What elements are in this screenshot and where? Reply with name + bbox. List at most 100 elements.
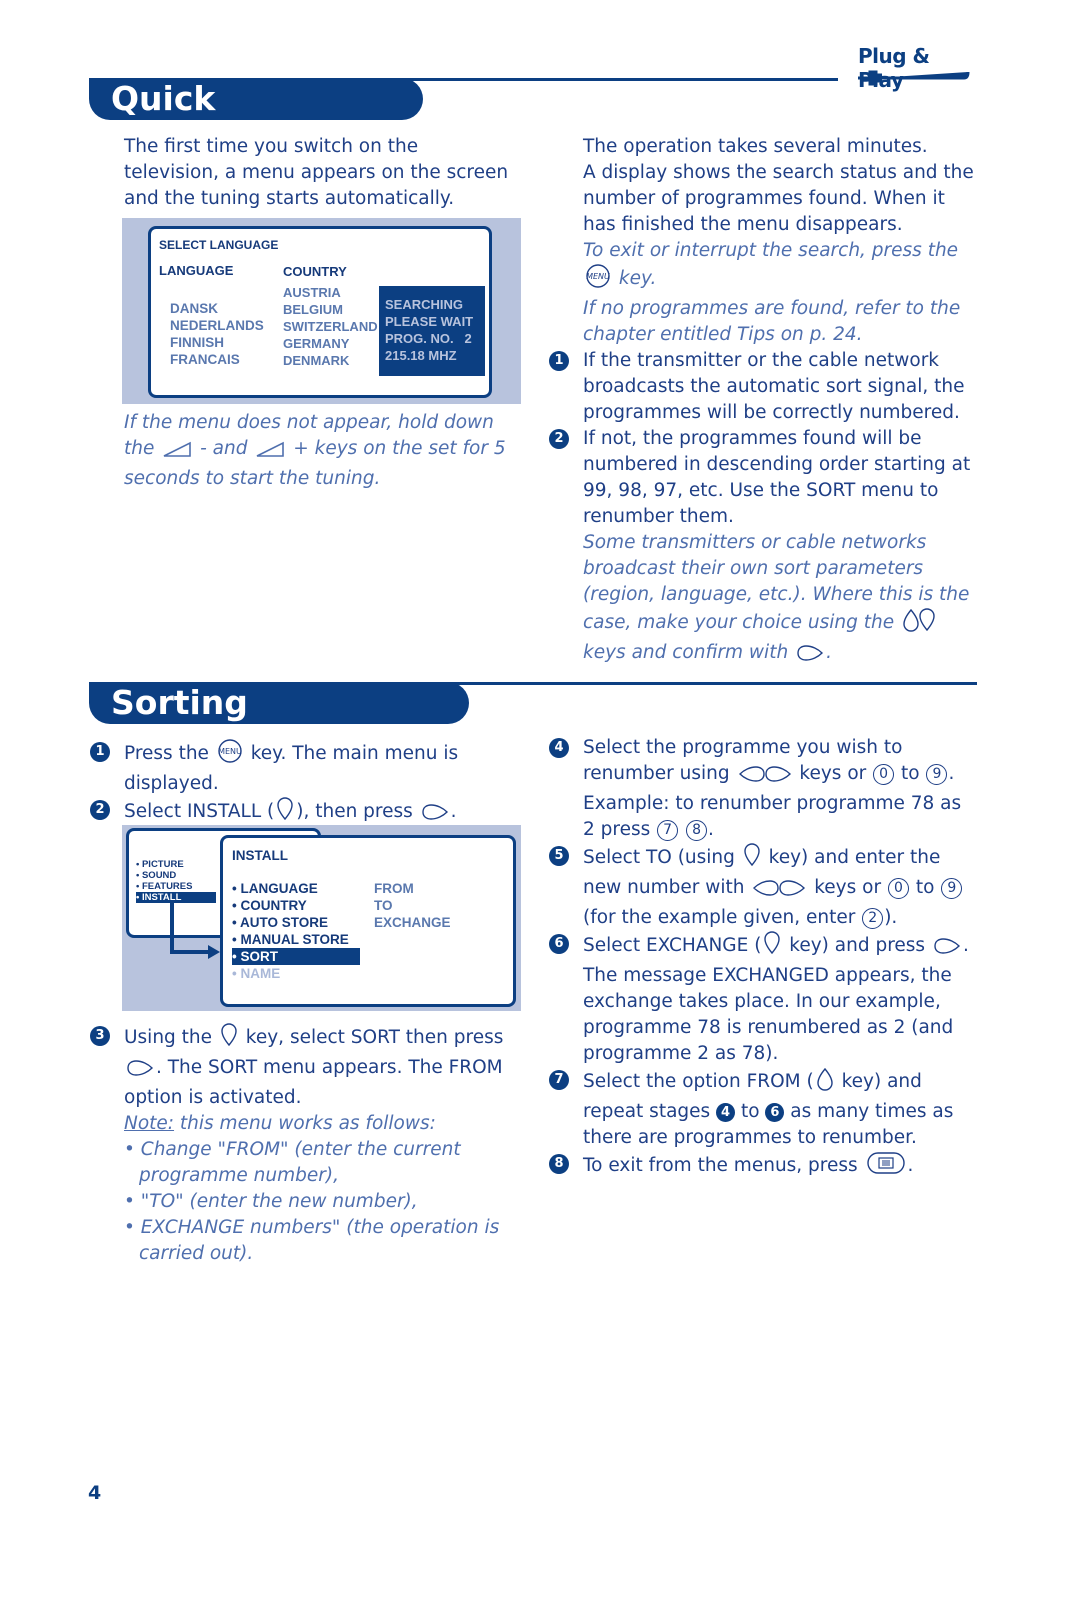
text: Select TO (using (583, 847, 741, 868)
sort-options: FROM TO EXCHANGE (374, 880, 451, 931)
language-list: DANSK NEDERLANDS FINNISH FRANCAIS (170, 301, 264, 367)
paragraph: • "TO" (enter the new number), (124, 1189, 524, 1215)
step-number-2: 2 (549, 429, 569, 449)
install-items: • LANGUAGE • COUNTRY • AUTO STORE • MANU… (232, 880, 360, 982)
osd-title: SELECT LANGUAGE (159, 238, 279, 252)
install-item: • MANUAL STORE (232, 932, 349, 947)
step-item: 5 Select TO (using key) and enter the new… (549, 843, 978, 931)
quick-left-note: If the menu does not appear, hold down t… (124, 410, 519, 492)
paragraph: • EXCHANGE numbers" (the operation is ca… (124, 1215, 524, 1267)
right-key-icon (933, 937, 961, 963)
step-ref-6-icon: 6 (765, 1103, 785, 1122)
right-key-icon (796, 644, 824, 670)
step-item: 4 Select the programme you wish to renumb… (549, 735, 978, 843)
step-item: 3 Using the key, select SORT then press .… (90, 1023, 524, 1111)
up-down-keys-icon (902, 608, 936, 640)
main-menu-list: • PICTURE • SOUND • FEATURES • INSTALL (136, 859, 216, 903)
text: If not, the programmes found will be num… (583, 428, 971, 527)
step-number-8: 8 (549, 1154, 569, 1174)
plug-and-play-logo: Plug & Play (858, 44, 978, 92)
text: Press the (124, 743, 215, 764)
quick-left-text: The first time you switch on the televis… (124, 134, 509, 212)
main-menu-item: • PICTURE (136, 859, 184, 870)
menu-key-icon: MENU (217, 739, 243, 771)
text: key) and press (783, 935, 931, 956)
digit-key-0-icon: 0 (887, 878, 909, 899)
paragraph: If no programmes are found, refer to the… (583, 296, 978, 348)
text: keys or (793, 763, 873, 784)
sorting-right-text: 4 Select the programme you wish to renumb… (549, 735, 978, 1183)
step-number-6: 6 (549, 934, 569, 954)
left-right-keys-icon (738, 765, 792, 791)
section-title-quick-installation: Quick installation (89, 78, 423, 160)
install-title: INSTALL (232, 848, 288, 863)
header-rule (400, 78, 838, 81)
svg-text:MENU: MENU (586, 272, 610, 281)
digit-key-0-icon: 0 (873, 764, 895, 785)
text: If no programmes are found, refer to the… (583, 298, 961, 345)
text: Select the option FROM ( (583, 1071, 814, 1092)
text: . The SORT menu appears. The FROM option… (124, 1057, 503, 1108)
text: . (450, 801, 457, 822)
step-item: 6 Select EXCHANGE ( key) and press . The … (549, 931, 978, 1067)
language-header: LANGUAGE (159, 263, 234, 278)
install-item-disabled: • NAME (232, 966, 281, 981)
plug-icon (858, 70, 970, 86)
install-item: • COUNTRY (232, 898, 307, 913)
paragraph: Note: this menu works as follows: (124, 1111, 524, 1137)
text: keys or (808, 877, 887, 898)
text: to (735, 1101, 766, 1122)
text: Using the (124, 1027, 218, 1048)
up-key-icon (816, 1067, 834, 1099)
text: • "TO" (enter the new number), (124, 1191, 418, 1212)
volume-down-icon (255, 440, 285, 466)
note-label: Note: (124, 1113, 175, 1134)
select-language-screen: SELECT LANGUAGE LANGUAGE COUNTRY DANSK N… (122, 218, 521, 404)
step-number-5: 5 (549, 846, 569, 866)
svg-text:MENU: MENU (218, 747, 242, 756)
text: • EXCHANGE numbers" (the operation is ca… (124, 1217, 500, 1264)
sort-option: TO (374, 898, 393, 913)
step-item: 1 If the transmitter or the cable network… (549, 348, 978, 426)
paragraph: A display shows the search status and th… (583, 160, 978, 238)
section-title-sorting-programmes: Sorting programmes (89, 682, 469, 764)
step-item: 7 Select the option FROM ( key) and repea… (549, 1067, 978, 1151)
text: To exit from the menus, press (583, 1155, 864, 1176)
step-number-7: 7 (549, 1070, 569, 1090)
text: The operation takes several minutes. (583, 136, 928, 157)
text: The first time you switch on the televis… (124, 136, 509, 209)
text: ). (884, 907, 898, 928)
text: key. (613, 268, 657, 289)
down-key-icon (220, 1023, 238, 1055)
text: Select EXCHANGE ( (583, 935, 762, 956)
paragraph: The operation takes several minutes. (583, 134, 978, 160)
step-number-1: 1 (90, 742, 110, 762)
digit-key-9-icon: 9 (926, 764, 948, 785)
text: • Change "FROM" (enter the current progr… (124, 1139, 461, 1186)
osd-key-icon (866, 1151, 906, 1183)
down-key-icon (743, 843, 761, 875)
menu-key-icon: MENU (585, 264, 611, 296)
step-item: 2 If not, the programmes found will be nu… (549, 426, 978, 530)
digit-key-8-icon: 8 (686, 820, 708, 841)
volume-down-icon (162, 440, 192, 466)
sort-option: FROM (374, 881, 414, 896)
country-header: COUNTRY (283, 264, 347, 279)
sort-option: EXCHANGE (374, 915, 451, 930)
main-menu-item: • FEATURES (136, 881, 193, 892)
digit-key-7-icon: 7 (657, 820, 679, 841)
text: - and (194, 438, 254, 459)
text: A display shows the search status and th… (583, 162, 974, 235)
digit-key-9-icon: 9 (941, 878, 963, 899)
install-menu-screen: • PICTURE • SOUND • FEATURES • INSTALL I… (122, 825, 521, 1011)
paragraph: • Change "FROM" (enter the current progr… (124, 1137, 524, 1189)
text: (for the example given, enter (583, 907, 862, 928)
step-number-4: 4 (549, 738, 569, 758)
text: keys and confirm with (583, 642, 795, 663)
step-item: 8 To exit from the menus, press . (549, 1151, 978, 1183)
paragraph: To exit or interrupt the search, press t… (583, 238, 978, 296)
text: ), then press (296, 801, 419, 822)
digit-key-2-icon: 2 (862, 908, 884, 929)
text: to (909, 877, 941, 898)
text (679, 819, 685, 840)
